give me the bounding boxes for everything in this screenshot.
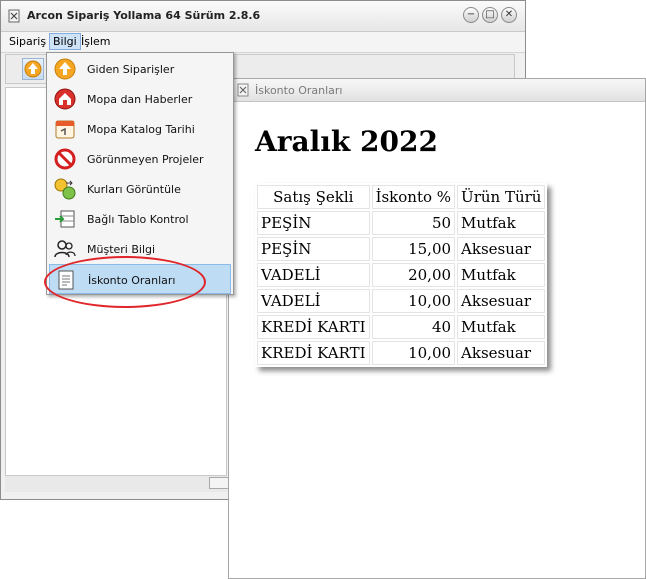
cell-satis-sekli: VADELİ — [257, 289, 370, 313]
column-header-iskonto: İskonto % — [371, 185, 456, 209]
cell-iskonto: 10,00 — [371, 289, 456, 313]
cell-iskonto: 15,00 — [371, 237, 456, 261]
upload-arrow-icon — [24, 60, 42, 78]
cell-satis-sekli: KREDİ KARTI — [257, 315, 370, 339]
menu-item-label: Mopa dan Haberler — [87, 93, 193, 106]
table-row: KREDİ KARTI 40 Mutfak — [257, 315, 546, 339]
menu-item-label: Müşteri Bilgi — [87, 243, 156, 256]
cell-satis-sekli: PEŞİN — [257, 211, 370, 235]
maximize-button[interactable]: □ — [482, 7, 498, 23]
prohibited-icon — [54, 148, 76, 170]
table-row: VADELİ 20,00 Mutfak — [257, 263, 546, 287]
cell-iskonto: 40 — [371, 315, 456, 339]
menu-item-katalog-tarihi[interactable]: Mopa Katalog Tarihi — [49, 114, 231, 144]
iskonto-window: İskonto Oranları Aralık 2022 Satış Şekli… — [228, 78, 646, 579]
cell-urun-turu: Mutfak — [457, 315, 546, 339]
cell-satis-sekli: KREDİ KARTI — [257, 341, 370, 365]
table-row: VADELİ 10,00 Aksesuar — [257, 289, 546, 313]
calendar-icon — [55, 120, 75, 139]
table-row: PEŞİN 50 Mutfak — [257, 211, 546, 235]
cell-satis-sekli: VADELİ — [257, 263, 370, 287]
cell-urun-turu: Aksesuar — [457, 237, 546, 261]
cell-iskonto: 10,00 — [371, 341, 456, 365]
app-icon — [237, 83, 249, 97]
menu-item-label: Mopa Katalog Tarihi — [87, 123, 195, 136]
cell-iskonto: 50 — [371, 211, 456, 235]
users-icon — [54, 240, 76, 258]
menu-siparis[interactable]: Sipariş — [9, 35, 46, 48]
cell-urun-turu: Mutfak — [457, 263, 546, 287]
child-content: Aralık 2022 Satış Şekli İskonto % Ürün T… — [229, 102, 645, 578]
close-button[interactable]: ✕ — [501, 7, 517, 23]
menu-item-label: Kurları Görüntüle — [87, 183, 181, 196]
minimize-button[interactable]: − — [463, 7, 479, 23]
column-header-satis-sekli: Satış Şekli — [257, 185, 370, 209]
menu-item-label: Görünmeyen Projeler — [87, 153, 204, 166]
horizontal-scrollbar[interactable] — [209, 477, 229, 489]
cell-satis-sekli: PEŞİN — [257, 237, 370, 261]
menu-islem[interactable]: İşlem — [81, 35, 111, 48]
menu-item-kurlari-goruntule[interactable]: Kurları Görüntüle — [49, 174, 231, 204]
menu-item-bagli-tablo-kontrol[interactable]: Bağlı Tablo Kontrol — [49, 204, 231, 234]
title-bar[interactable]: Arcon Sipariş Yollama 64 Sürüm 2.8.6 − □… — [1, 1, 525, 32]
cell-urun-turu: Aksesuar — [457, 341, 546, 365]
table-header-row: Satış Şekli İskonto % Ürün Türü — [257, 185, 546, 209]
menu-item-label: Bağlı Tablo Kontrol — [87, 213, 189, 226]
window-title: Arcon Sipariş Yollama 64 Sürüm 2.8.6 — [27, 9, 261, 22]
toolbar-upload-button[interactable] — [22, 58, 44, 80]
table-row: PEŞİN 15,00 Aksesuar — [257, 237, 546, 261]
menu-item-giden-siparisler[interactable]: Giden Siparişler — [49, 54, 231, 84]
upload-arrow-icon — [54, 58, 76, 80]
page-title: Aralık 2022 — [255, 125, 438, 158]
discount-table: Satış Şekli İskonto % Ürün Türü PEŞİN 50… — [255, 183, 548, 367]
menu-bar: Sipariş Bilgi İşlem — [1, 32, 525, 53]
child-window-title: İskonto Oranları — [255, 84, 343, 97]
menu-bilgi[interactable]: Bilgi — [49, 33, 81, 50]
cell-urun-turu: Mutfak — [457, 211, 546, 235]
menu-item-mopa-haberler[interactable]: Mopa dan Haberler — [49, 84, 231, 114]
home-icon — [54, 88, 76, 110]
table-arrow-icon — [55, 210, 75, 228]
currency-icon — [54, 178, 76, 200]
annotation-ellipse — [44, 256, 206, 308]
child-title-bar[interactable]: İskonto Oranları — [229, 79, 645, 102]
menu-item-label: Giden Siparişler — [87, 63, 175, 76]
cell-iskonto: 20,00 — [371, 263, 456, 287]
status-strip — [5, 475, 227, 492]
menu-item-gorunmeyen-projeler[interactable]: Görünmeyen Projeler — [49, 144, 231, 174]
table-row: KREDİ KARTI 10,00 Aksesuar — [257, 341, 546, 365]
column-header-urun-turu: Ürün Türü — [457, 185, 546, 209]
app-icon — [8, 9, 20, 23]
cell-urun-turu: Aksesuar — [457, 289, 546, 313]
